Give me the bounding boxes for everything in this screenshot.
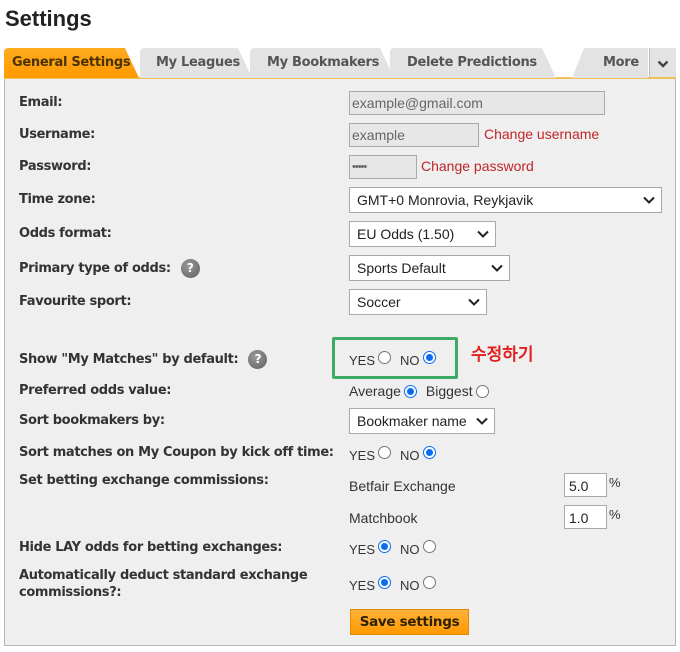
show-my-matches-label-text: Show "My Matches" by default: <box>19 352 239 367</box>
chevron-down-icon <box>476 409 488 433</box>
chevron-down-icon <box>657 60 669 68</box>
tab-label: Delete Predictions <box>407 55 537 70</box>
percent-sign: % <box>609 475 621 490</box>
sort-bookmakers-value: Bookmaker name <box>357 413 467 429</box>
more-dropdown-button[interactable] <box>649 48 676 78</box>
tab-my-bookmakers[interactable]: My Bookmakers <box>250 48 394 78</box>
yes-label: YES <box>349 448 376 463</box>
show-my-matches-radio-group: YES NO <box>349 350 445 368</box>
sort-matches-radio-group: YES NO <box>349 445 445 463</box>
show-my-matches-yes-radio[interactable] <box>378 351 392 364</box>
general-settings-panel: Email: example@gmail.com Username: examp… <box>4 79 676 646</box>
tab-label: My Bookmakers <box>267 55 380 70</box>
auto-deduct-label: Automatically deduct standard exchange c… <box>19 567 308 601</box>
auto-deduct-radio-group: YES NO <box>349 575 445 593</box>
tab-delete-predictions[interactable]: Delete Predictions <box>390 48 556 78</box>
matchbook-commission-input[interactable]: 1.0 <box>564 505 607 529</box>
auto-deduct-no-radio[interactable] <box>422 576 436 589</box>
hide-lay-no-radio[interactable] <box>422 540 436 553</box>
yes-label: YES <box>349 353 376 368</box>
no-label: NO <box>400 448 420 463</box>
page-title: Settings <box>5 6 92 31</box>
help-icon[interactable]: ? <box>248 350 268 369</box>
save-settings-button[interactable]: Save settings <box>350 609 469 635</box>
sort-bookmakers-label: Sort bookmakers by: <box>19 413 165 428</box>
show-my-matches-no-radio[interactable] <box>422 351 436 364</box>
yes-label: YES <box>349 578 376 593</box>
chevron-down-icon <box>477 222 489 246</box>
preferred-odds-biggest-radio[interactable] <box>475 384 489 398</box>
primary-odds-label-text: Primary type of odds: <box>19 261 171 276</box>
show-my-matches-label: Show "My Matches" by default:? <box>19 350 268 369</box>
username-field[interactable]: example <box>349 123 479 147</box>
sort-matches-yes-radio[interactable] <box>378 446 392 459</box>
password-field[interactable]: ••••• <box>349 155 417 179</box>
favourite-sport-select[interactable]: Soccer <box>349 289 487 315</box>
percent-sign: % <box>609 507 621 522</box>
chevron-down-icon <box>468 290 480 314</box>
timezone-value: GMT+0 Monrovia, Reykjavik <box>357 192 534 208</box>
annotation-text: 수정하기 <box>471 345 534 365</box>
favourite-sport-value: Soccer <box>357 294 401 310</box>
chevron-down-icon <box>491 256 503 280</box>
timezone-label: Time zone: <box>19 192 96 207</box>
favourite-sport-label: Favourite sport: <box>19 294 132 309</box>
change-username-link[interactable]: Change username <box>484 126 599 142</box>
biggest-label: Biggest <box>425 383 473 399</box>
preferred-odds-radio-group: Average Biggest <box>349 383 498 399</box>
commissions-label: Set betting exchange commissions: <box>19 473 269 488</box>
email-label: Email: <box>19 95 63 110</box>
username-label: Username: <box>19 127 95 142</box>
betfair-exchange-label: Betfair Exchange <box>349 478 456 494</box>
primary-odds-value: Sports Default <box>357 260 446 276</box>
sort-matches-no-radio[interactable] <box>422 446 436 459</box>
auto-deduct-label-line2: commissions?: <box>19 585 122 600</box>
tab-label: General Settings <box>12 55 131 70</box>
primary-odds-label: Primary type of odds:? <box>19 259 200 278</box>
tab-general-settings[interactable]: General Settings <box>4 48 139 78</box>
betfair-commission-input[interactable]: 5.0 <box>564 473 607 497</box>
primary-odds-select[interactable]: Sports Default <box>349 255 510 281</box>
odds-format-value: EU Odds (1.50) <box>357 226 455 242</box>
change-password-link[interactable]: Change password <box>421 158 534 174</box>
odds-format-select[interactable]: EU Odds (1.50) <box>349 221 496 247</box>
preferred-odds-label: Preferred odds value: <box>19 383 172 398</box>
hide-lay-label: Hide LAY odds for betting exchanges: <box>19 540 283 555</box>
tab-label: More <box>603 55 639 70</box>
chevron-down-icon <box>643 188 655 212</box>
auto-deduct-label-line1: Automatically deduct standard exchange <box>19 568 308 583</box>
settings-tabs: General Settings My Leagues My Bookmaker… <box>4 48 676 78</box>
auto-deduct-yes-radio[interactable] <box>378 576 392 589</box>
odds-format-label: Odds format: <box>19 226 112 241</box>
timezone-select[interactable]: GMT+0 Monrovia, Reykjavik <box>349 187 662 213</box>
yes-label: YES <box>349 542 376 557</box>
hide-lay-yes-radio[interactable] <box>378 540 392 553</box>
preferred-odds-average-radio[interactable] <box>403 384 417 398</box>
password-label: Password: <box>19 159 92 174</box>
no-label: NO <box>400 353 420 368</box>
average-label: Average <box>349 383 401 399</box>
tab-my-leagues[interactable]: My Leagues <box>140 48 252 78</box>
matchbook-label: Matchbook <box>349 510 418 526</box>
sort-bookmakers-select[interactable]: Bookmaker name <box>349 408 495 434</box>
email-field[interactable]: example@gmail.com <box>349 91 605 115</box>
sort-matches-label: Sort matches on My Coupon by kick off ti… <box>19 445 334 460</box>
tab-more[interactable]: More <box>572 48 648 78</box>
no-label: NO <box>400 578 420 593</box>
help-icon[interactable]: ? <box>180 259 200 278</box>
tab-label: My Leagues <box>156 55 240 70</box>
no-label: NO <box>400 542 420 557</box>
hide-lay-radio-group: YES NO <box>349 539 445 557</box>
